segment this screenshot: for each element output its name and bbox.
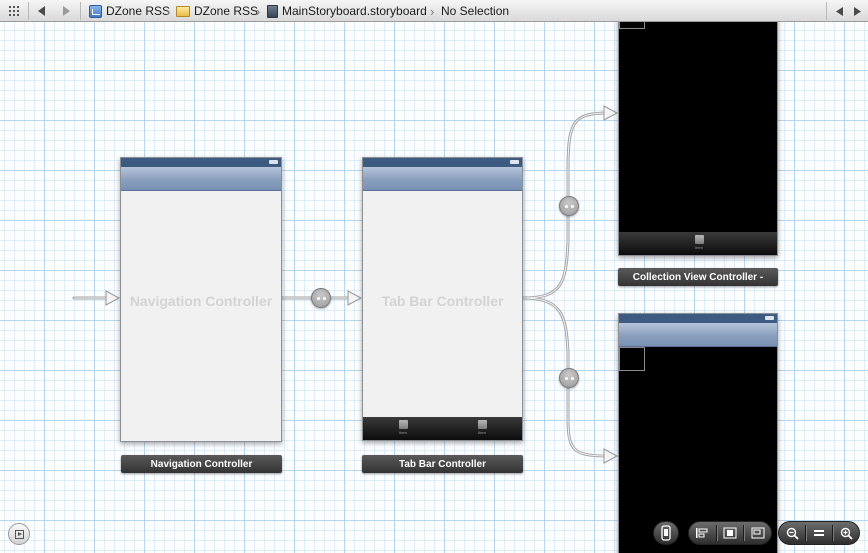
next-issue-icon[interactable] <box>850 3 864 19</box>
tab-bar-item[interactable]: Item <box>392 420 414 435</box>
chevron-right-icon: › <box>166 3 171 19</box>
tab-bar-controller-scene[interactable]: Tab Bar Controller Item Item <box>362 157 523 441</box>
layout-controls-group <box>688 521 772 545</box>
tab-bar-item[interactable]: Item <box>471 420 493 435</box>
breadcrumb-group[interactable]: DZone RSS <box>176 0 258 22</box>
arrowhead-icon <box>105 290 121 306</box>
breadcrumb-label: No Selection <box>441 4 510 18</box>
tab-bar: Item Item <box>363 417 522 440</box>
form-factor-button[interactable] <box>653 521 679 545</box>
arrowhead-icon <box>603 448 619 464</box>
breadcrumb-label: MainStoryboard.storyboard <box>282 4 427 18</box>
collection-view-cell[interactable] <box>619 22 645 29</box>
segue-icon[interactable] <box>559 368 579 388</box>
zoom-in-icon <box>840 527 853 540</box>
navigation-bar <box>121 167 281 191</box>
zoom-controls-group <box>778 521 860 545</box>
tab-bar-item[interactable]: Item <box>688 235 710 250</box>
breadcrumb-label: DZone RSS <box>106 4 171 18</box>
back-arrow-icon[interactable] <box>34 3 50 19</box>
collection-view-controller-scene[interactable]: Item <box>618 22 778 256</box>
breadcrumb-selection[interactable]: No Selection <box>441 0 509 22</box>
segue-icon[interactable] <box>311 288 331 308</box>
navigation-controller-scene[interactable]: Navigation Controller <box>120 157 282 442</box>
previous-issue-icon[interactable] <box>832 3 846 19</box>
collection-view-cell[interactable] <box>619 347 645 371</box>
resolve-button[interactable] <box>744 522 771 544</box>
device-icon <box>661 525 671 541</box>
tab-item-icon <box>694 235 704 244</box>
arrowhead-icon <box>603 105 619 121</box>
pin-button[interactable] <box>717 522 744 544</box>
toolbar-divider <box>80 2 81 20</box>
play-outline-icon <box>14 529 24 539</box>
navigation-bar <box>363 167 522 191</box>
toolbar-divider <box>826 2 827 20</box>
status-bar <box>363 158 522 167</box>
scene-placeholder-title: Tab Bar Controller <box>381 293 504 309</box>
toolbar-divider <box>28 2 29 20</box>
collection-view-controller-label[interactable]: Collection View Controller - <box>618 268 778 286</box>
align-icon <box>696 528 708 538</box>
storyboard-canvas[interactable]: Navigation Controller Navigation Control… <box>0 22 868 553</box>
breadcrumb-label: DZone RSS <box>194 4 259 18</box>
equals-icon <box>814 530 824 536</box>
chevron-right-icon: › <box>256 3 261 19</box>
tab-bar-controller-label[interactable]: Tab Bar Controller <box>362 455 523 473</box>
breadcrumb-project[interactable]: DZone RSS <box>89 0 170 22</box>
chevron-right-icon: › <box>430 3 435 19</box>
tab-item-label: Item <box>478 430 486 435</box>
segue-icon[interactable] <box>559 196 579 216</box>
breadcrumb-file[interactable]: MainStoryboard.storyboard <box>267 0 427 22</box>
forward-arrow-icon[interactable] <box>58 3 74 19</box>
resolve-icon <box>751 527 765 539</box>
scene-placeholder-title: Navigation Controller <box>129 293 273 309</box>
folder-icon <box>176 5 190 17</box>
align-button[interactable] <box>689 522 716 544</box>
tab-item-label: Item <box>399 430 407 435</box>
pin-icon <box>723 527 737 539</box>
status-bar <box>619 314 777 323</box>
battery-icon <box>269 160 278 164</box>
status-bar <box>121 158 281 167</box>
project-icon <box>89 4 102 18</box>
document-outline-toggle-button[interactable] <box>8 523 30 545</box>
zoom-out-icon <box>786 527 799 540</box>
tab-bar: Item <box>619 232 777 255</box>
navigation-bar <box>619 323 777 347</box>
zoom-in-button[interactable] <box>833 522 859 544</box>
navigation-controller-label[interactable]: Navigation Controller <box>121 455 282 473</box>
tab-item-icon <box>398 420 408 429</box>
tab-item-label: Item <box>695 245 703 250</box>
arrowhead-icon <box>347 290 363 306</box>
second-view-controller-scene[interactable] <box>618 313 778 553</box>
battery-icon <box>510 160 519 164</box>
related-items-icon[interactable] <box>6 3 22 19</box>
tab-item-icon <box>477 420 487 429</box>
zoom-reset-button[interactable] <box>806 522 832 544</box>
jump-bar: DZone RSS › DZone RSS › MainStoryboard.s… <box>0 0 868 22</box>
zoom-out-button[interactable] <box>779 522 805 544</box>
battery-icon <box>765 316 774 320</box>
storyboard-file-icon <box>267 4 278 18</box>
